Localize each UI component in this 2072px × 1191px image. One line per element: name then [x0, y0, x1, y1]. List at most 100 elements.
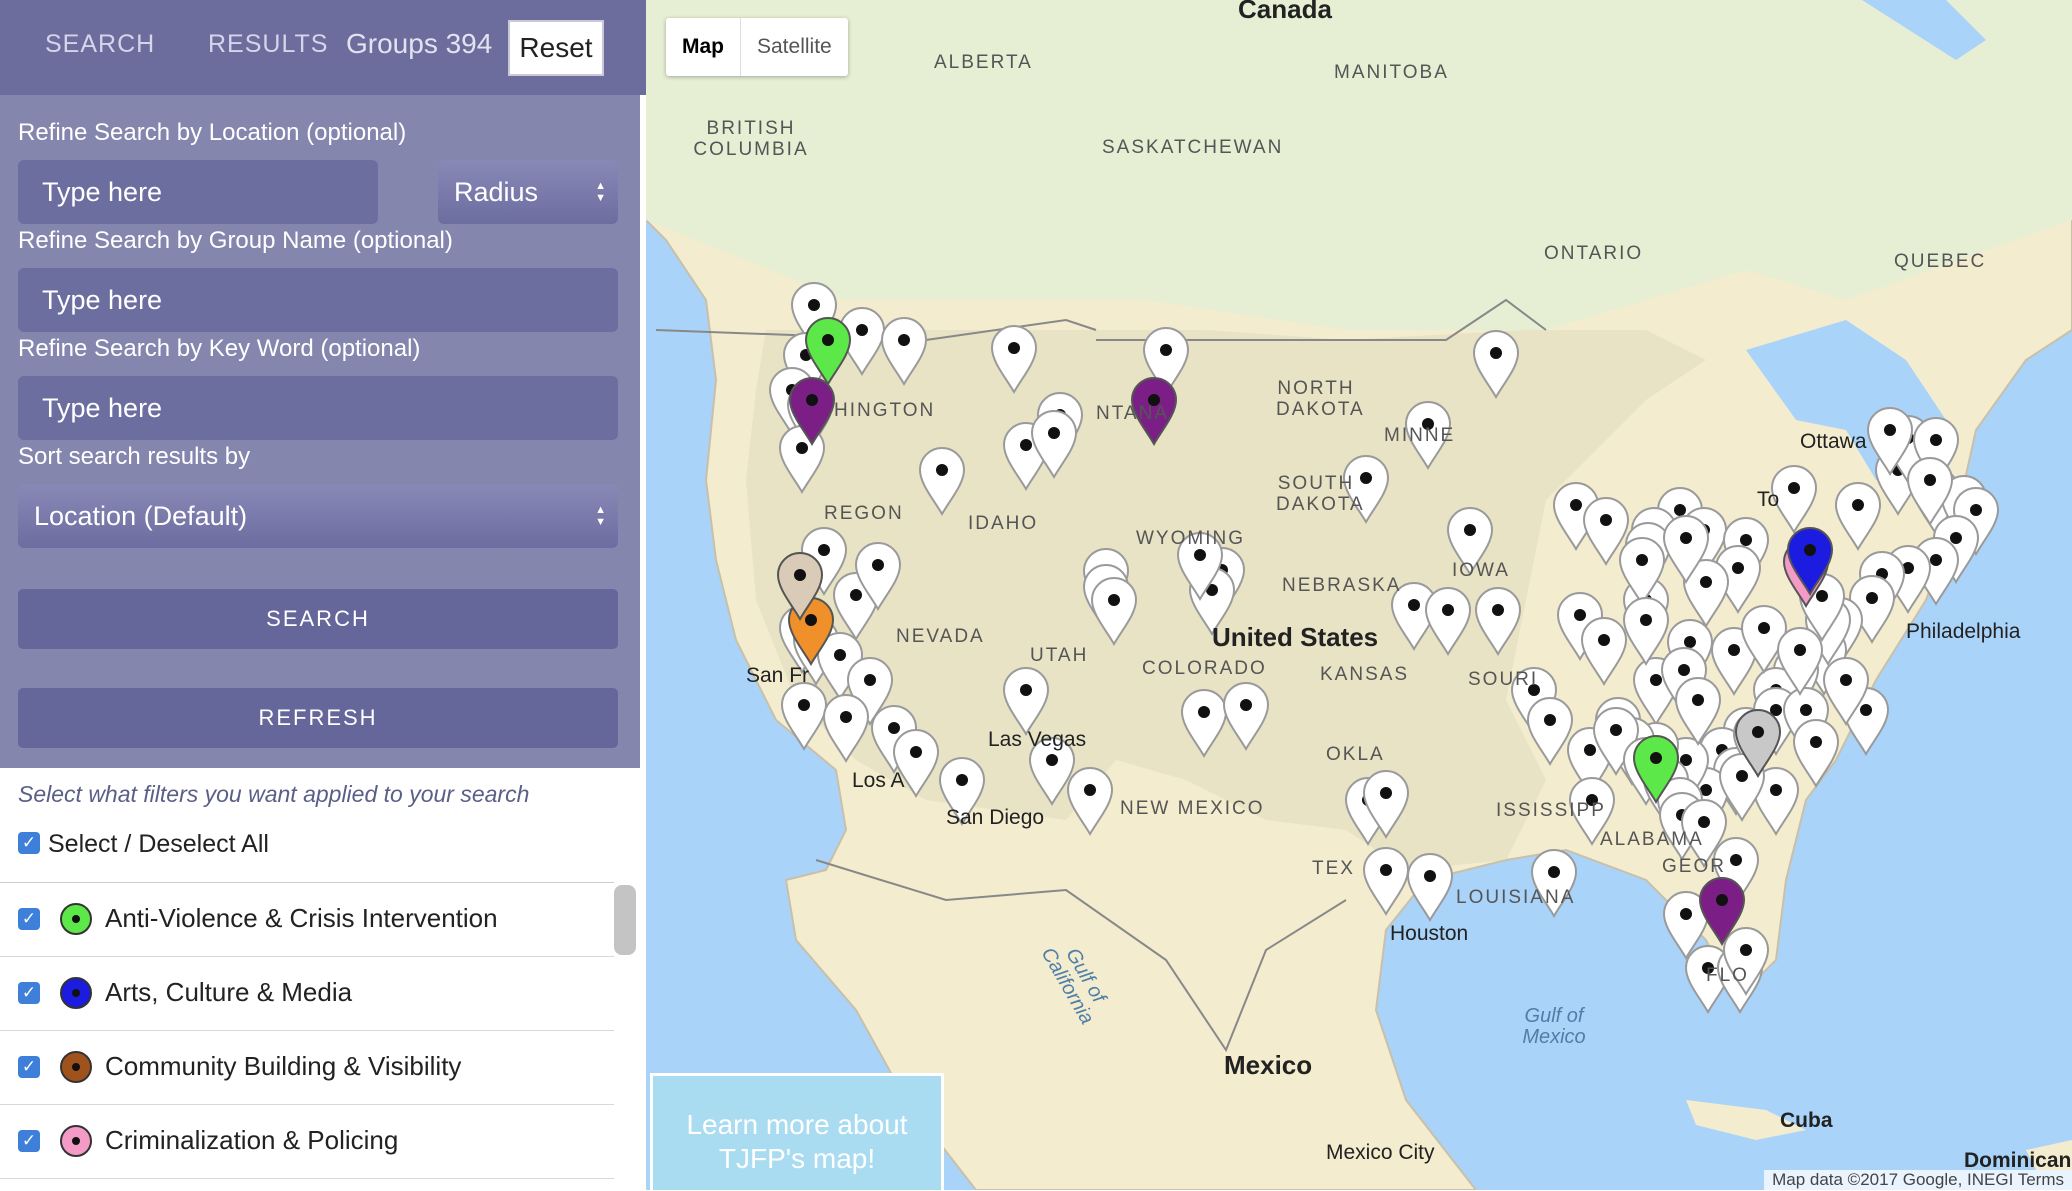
label-quebec: QUEBEC: [1894, 251, 1987, 272]
label-saskatchewan: SASKATCHEWAN: [1102, 137, 1284, 158]
label-oklahoma: OKLA: [1326, 744, 1385, 765]
label-ontario: ONTARIO: [1544, 243, 1644, 264]
filters-hint: Select what filters you want applied to …: [18, 781, 530, 807]
tab-bar: SEARCH RESULTS Groups 394 Reset: [0, 0, 646, 95]
map-marker-icon[interactable]: [822, 694, 870, 764]
map-marker-icon[interactable]: [1090, 577, 1138, 647]
label-montana: NTANA: [1096, 403, 1169, 424]
label-alberta: ALBERTA: [934, 52, 1033, 73]
map-marker-icon[interactable]: [1580, 617, 1628, 687]
label-texas: TEX: [1312, 858, 1355, 879]
radius-select-value: Radius: [454, 177, 539, 207]
label-cuba: Cuba: [1780, 1109, 1833, 1132]
filter-checkbox[interactable]: ✓: [18, 1056, 40, 1078]
label-houston: Houston: [1390, 922, 1469, 945]
tab-groups[interactable]: Groups 394: [346, 28, 492, 60]
map-marker-icon[interactable]: [990, 325, 1038, 395]
label-missouri: SOURI: [1468, 669, 1539, 690]
map-marker-icon[interactable]: [1222, 682, 1270, 752]
filter-item[interactable]: ✓ Criminalization & Policing: [0, 1105, 614, 1179]
label-colorado: COLORADO: [1142, 658, 1267, 679]
location-label: Refine Search by Location (optional): [18, 119, 407, 146]
pink-pin-icon: [60, 1125, 92, 1157]
group-name-label: Refine Search by Group Name (optional): [18, 227, 453, 254]
label-wyoming: WYOMING: [1136, 528, 1245, 549]
map-attribution[interactable]: Map data ©2017 Google, INEGI Terms: [1764, 1170, 2072, 1190]
label-louisiana: LOUISIANA: [1456, 887, 1576, 908]
map-marker-icon[interactable]: [1474, 587, 1522, 657]
filter-item[interactable]: ✓ Community Building & Visibility: [0, 1031, 614, 1105]
tab-results[interactable]: RESULTS: [208, 30, 328, 59]
map-marker-icon[interactable]: [1180, 689, 1228, 759]
filter-checkbox[interactable]: ✓: [18, 1130, 40, 1152]
label-minnesota: MINNE: [1384, 425, 1456, 446]
select-all-checkbox[interactable]: ✓: [18, 832, 40, 854]
label-las-vegas: Las Vegas: [988, 728, 1087, 751]
map-view[interactable]: Map Satellite Canada ALBERTA BRITISH COL…: [646, 0, 2072, 1190]
map-marker-icon[interactable]: [1406, 853, 1454, 923]
map-marker-icon[interactable]: [1424, 587, 1472, 657]
location-input[interactable]: Type here: [18, 160, 378, 224]
label-utah: UTAH: [1030, 645, 1089, 666]
keyword-label: Refine Search by Key Word (optional): [18, 335, 421, 362]
map-marker-icon[interactable]: [880, 317, 928, 387]
brown-pin-icon: [60, 1051, 92, 1083]
learn-more-link[interactable]: Learn more about TJFP's map!: [650, 1073, 944, 1190]
filter-label: Criminalization & Policing: [105, 1125, 399, 1155]
label-san-francisco: San Fr: [746, 664, 810, 687]
filter-item[interactable]: ✓ Arts, Culture & Media: [0, 957, 614, 1031]
sort-select-value: Location (Default): [34, 501, 248, 531]
select-arrows-icon: ▲ ▼: [595, 180, 606, 204]
label-north-dakota: NORTH DAKOTA: [1276, 378, 1365, 420]
sidebar: SEARCH RESULTS Groups 394 Reset Refine S…: [0, 0, 646, 1190]
map-marker-icon[interactable]: [1792, 719, 1840, 789]
label-south-dakota: SOUTH DAKOTA: [1276, 473, 1365, 515]
tab-search[interactable]: SEARCH: [45, 30, 155, 59]
map-marker-icon[interactable]: [1526, 697, 1574, 767]
group-name-input[interactable]: Type here: [18, 268, 618, 332]
label-san-diego: San Diego: [946, 806, 1045, 829]
map-type-control: Map Satellite: [666, 18, 848, 76]
map-marker-icon[interactable]: [1834, 482, 1882, 552]
map-type-map-button[interactable]: Map: [666, 18, 741, 76]
map-marker-icon[interactable]: [1622, 597, 1670, 667]
refresh-button[interactable]: REFRESH: [18, 688, 618, 748]
filter-label: Community Building & Visibility: [105, 1051, 462, 1081]
label-british-columbia: BRITISH COLUMBIA: [693, 118, 809, 160]
label-florida: FLO: [1706, 965, 1749, 986]
map-marker-icon[interactable]: [1472, 330, 1520, 400]
filter-checkbox[interactable]: ✓: [18, 908, 40, 930]
label-philadelphia: Philadelphia: [1906, 620, 2021, 643]
label-gulf-of-mexico: Gulf of Mexico: [1522, 1005, 1586, 1048]
label-nebraska: NEBRASKA: [1282, 575, 1402, 596]
sort-label: Sort search results by: [18, 443, 251, 470]
blue-pin-icon: [60, 977, 92, 1009]
label-mexico-city: Mexico City: [1326, 1141, 1435, 1164]
search-button[interactable]: SEARCH: [18, 589, 618, 649]
filter-item[interactable]: ✓ Anti-Violence & Crisis Intervention: [0, 883, 614, 957]
label-idaho: IDAHO: [968, 513, 1039, 534]
map-marker-icon[interactable]: [1066, 767, 1114, 837]
map-type-satellite-button[interactable]: Satellite: [741, 18, 848, 76]
map-marker-icon[interactable]: [918, 447, 966, 517]
keyword-input[interactable]: Type here: [18, 376, 618, 440]
label-oregon: REGON: [824, 503, 904, 524]
reset-button[interactable]: Reset: [508, 20, 604, 76]
filter-label: Arts, Culture & Media: [105, 977, 353, 1007]
map-marker-icon[interactable]: [780, 682, 828, 752]
label-georgia: GEOR: [1662, 856, 1726, 877]
label-new-mexico: NEW MEXICO: [1120, 798, 1265, 819]
label-alabama: ALABAMA: [1600, 829, 1704, 850]
sort-select[interactable]: Location (Default) ▲ ▼: [18, 484, 618, 548]
select-all-label[interactable]: Select / Deselect All: [48, 830, 269, 859]
label-washington: HINGTON: [834, 400, 936, 421]
filter-list-scrollbar[interactable]: [614, 885, 636, 955]
label-iowa: IOWA: [1452, 560, 1510, 581]
map-marker-icon[interactable]: [1362, 847, 1410, 917]
map-marker-icon[interactable]: [1002, 667, 1050, 737]
search-form: Refine Search by Location (optional) Typ…: [0, 95, 640, 768]
radius-select[interactable]: Radius ▲ ▼: [438, 160, 618, 224]
filter-checkbox[interactable]: ✓: [18, 982, 40, 1004]
label-nevada: NEVADA: [896, 626, 985, 647]
label-ottawa: Ottawa: [1800, 430, 1867, 453]
